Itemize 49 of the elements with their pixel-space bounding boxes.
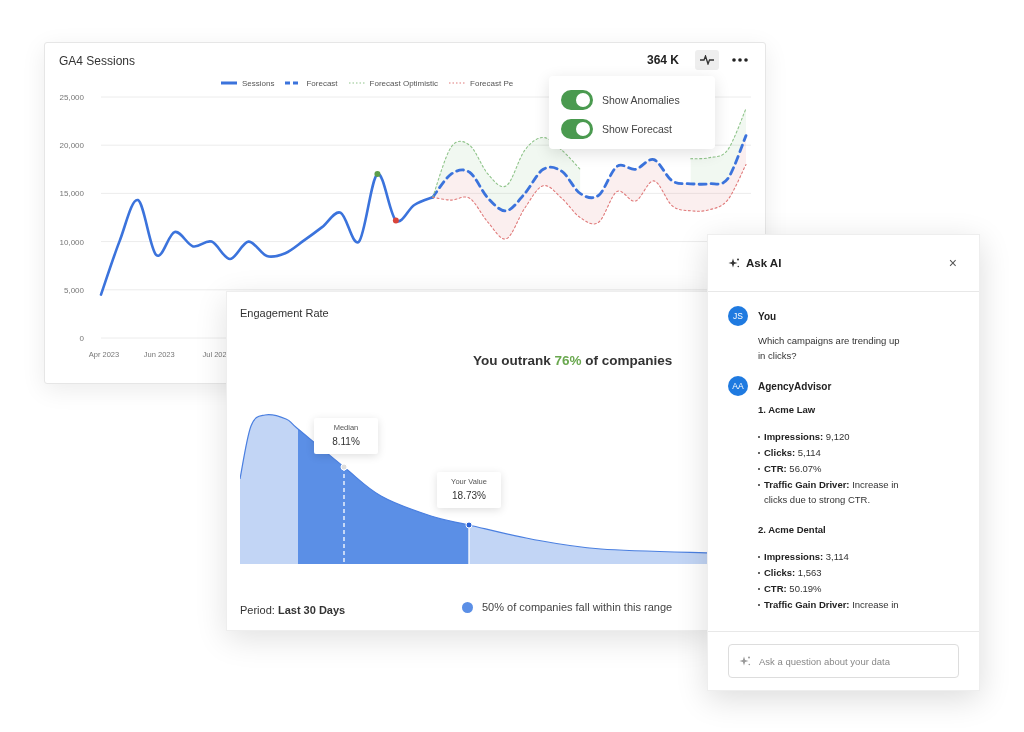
card-title: GA4 Sessions [59, 53, 137, 68]
question-input-field[interactable]: Ask a question about your data [728, 644, 959, 678]
pulse-icon [700, 55, 714, 65]
legend-label: Forecast [306, 78, 338, 88]
legend-label: Sessions [242, 78, 275, 88]
close-button[interactable]: × [946, 255, 959, 271]
card-title: Engagement Rate [240, 307, 329, 319]
toggle-label: Show Forecast [602, 122, 673, 135]
author-name: You [758, 310, 778, 322]
y-axis-label: 25,000 [59, 93, 84, 102]
sparkle-icon [739, 655, 751, 667]
y-axis-label: 10,000 [59, 237, 84, 247]
period-label: Period: Last 30 Days [240, 604, 346, 616]
metric-text: Impressions: 3,114 [764, 550, 849, 564]
metric-text: Impressions: 9,120 [764, 430, 850, 444]
more-icon [732, 58, 748, 62]
author-name: AgencyAdvisor [758, 380, 833, 392]
toggle-label: Show Anomalies [602, 93, 680, 106]
metric-text: Traffic Gain Driver: Increase in clicks due to strong CTR. [764, 478, 900, 507]
metric-text: Clicks: 1,563 [764, 566, 822, 580]
toggle-switch[interactable] [561, 89, 593, 110]
tooltip-value: 18.73% [452, 490, 486, 501]
legend-dot-icon [462, 601, 473, 613]
y-axis-label: 15,000 [59, 189, 84, 199]
total-value: 364 K [646, 53, 679, 67]
ranking-headline: You outrank 76% of companies [473, 353, 673, 368]
legend-label: Forecast Pe [470, 78, 514, 88]
campaign-heading: 2. Acme Dental [758, 524, 827, 535]
range-legend-label: 50% of companies fall within this range [482, 601, 673, 613]
metric-text: CTR: 56.07% [764, 462, 822, 476]
message-text: Which campaigns are trending up in clicks? [758, 334, 901, 363]
campaign-heading: 1. Acme Law [758, 404, 817, 415]
avatar: AA [728, 376, 748, 396]
tooltip-value: 8.11% [332, 436, 360, 447]
panel-title: Ask AI [746, 257, 783, 269]
legend-label: Forecast Optimistic [369, 78, 439, 88]
optimistic-line [690, 108, 747, 160]
metric-text: CTR: 50.19% [764, 582, 822, 596]
metric-text: Traffic Gain Driver: Increase in [764, 598, 899, 612]
anomaly-toggle-button[interactable] [695, 50, 719, 70]
y-axis-label: 20,000 [59, 141, 84, 151]
legend-line-icon [449, 81, 466, 85]
avatar: JS [728, 306, 748, 326]
y-axis-label: 0 [79, 334, 84, 343]
toggle-switch[interactable] [561, 118, 593, 139]
y-axis-label: 5,000 [63, 285, 84, 295]
metric-text: Clicks: 5,114 [764, 446, 821, 460]
legend-line-icon [221, 81, 237, 85]
sparkle-icon [728, 257, 740, 269]
